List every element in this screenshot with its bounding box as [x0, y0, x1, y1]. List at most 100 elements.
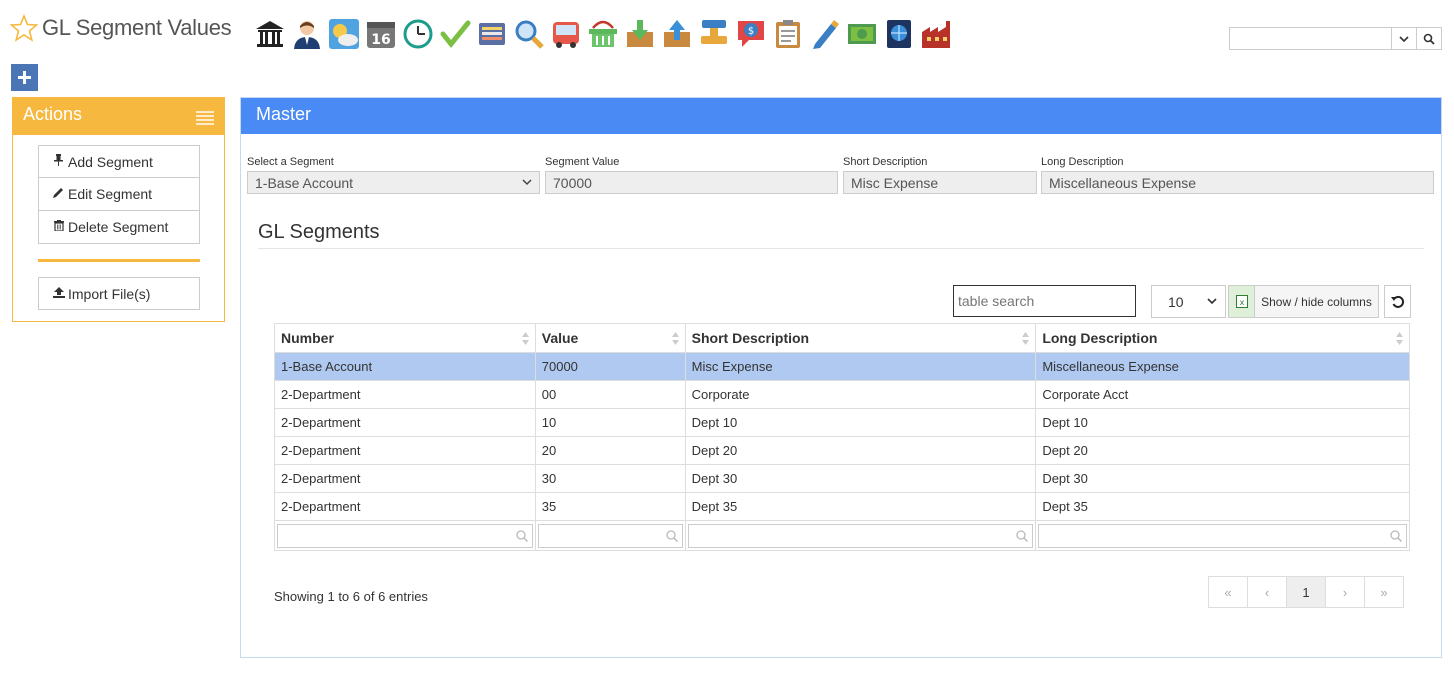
upload-box-icon[interactable]: [660, 16, 693, 52]
long-description-text: Miscellaneous Expense: [1049, 174, 1197, 191]
add-button[interactable]: [11, 64, 38, 91]
show-hide-columns-button[interactable]: Show / hide columns: [1254, 285, 1379, 318]
pin-icon: [52, 154, 65, 169]
user-icon[interactable]: [290, 16, 323, 52]
cell-value: 70000: [534, 352, 686, 381]
table-row[interactable]: 2-Department 20 Dept 20 Dept 20: [274, 436, 1410, 465]
segment-value-text: 70000: [553, 174, 592, 191]
segment-value-field: Segment Value 70000: [545, 156, 838, 194]
short-description-label: Short Description: [843, 156, 928, 168]
cell-number: 2-Department: [274, 492, 536, 521]
table-row[interactable]: 2-Department 30 Dept 30 Dept 30: [274, 464, 1410, 493]
filter-input-short-description[interactable]: [687, 523, 1034, 548]
filter-input-long-description[interactable]: [1038, 523, 1407, 548]
globe-book-icon[interactable]: [882, 16, 915, 52]
last-page-button[interactable]: »: [1364, 576, 1404, 608]
cell-value: 20: [534, 436, 686, 465]
column-header-number[interactable]: Number: [274, 323, 536, 353]
search-button[interactable]: [1416, 28, 1441, 49]
check-icon[interactable]: [438, 16, 471, 52]
actions-divider: [38, 259, 200, 262]
excel-icon: x: [1235, 295, 1248, 308]
list-icon[interactable]: [475, 16, 508, 52]
short-description-field: Short Description Misc Expense: [843, 156, 1037, 194]
import-files-button[interactable]: Import File(s): [38, 277, 200, 310]
stamp-icon[interactable]: [697, 16, 730, 52]
cell-long-description: Corporate Acct: [1035, 380, 1410, 409]
reload-icon: [1390, 295, 1404, 308]
actions-panel: Actions Add Segment Edit Segment Delete …: [12, 97, 225, 322]
chevron-down-icon: [522, 179, 532, 186]
first-page-button[interactable]: «: [1208, 576, 1248, 608]
next-page-button[interactable]: ›: [1325, 576, 1365, 608]
bus-icon[interactable]: [549, 16, 582, 52]
page-1-button[interactable]: 1: [1286, 576, 1326, 608]
delete-segment-button[interactable]: Delete Segment: [38, 211, 200, 244]
segment-select-value: 1-Base Account: [255, 174, 354, 191]
factory-icon[interactable]: [919, 16, 952, 52]
bank-icon[interactable]: [253, 16, 286, 52]
reload-button[interactable]: [1384, 285, 1411, 318]
cell-value: 30: [534, 464, 686, 493]
edit-segment-button[interactable]: Edit Segment: [38, 178, 200, 211]
cell-long-description: Dept 20: [1035, 436, 1410, 465]
add-segment-button[interactable]: Add Segment: [38, 145, 200, 178]
calendar-day-text: 16: [371, 32, 390, 48]
column-header-long-description[interactable]: Long Description: [1035, 323, 1410, 353]
segment-value-input[interactable]: 70000: [545, 171, 838, 194]
delete-segment-label: Delete Segment: [68, 219, 169, 235]
cell-short-description: Corporate: [684, 380, 1037, 409]
filter-cell-short-description: [684, 520, 1037, 551]
pagination: « ‹ 1 › »: [1208, 576, 1404, 608]
page-title: GL Segment Values: [42, 15, 232, 40]
cell-number: 2-Department: [274, 436, 536, 465]
download-box-icon[interactable]: [623, 16, 656, 52]
filter-input-value[interactable]: [537, 523, 683, 548]
excel-export-button[interactable]: x: [1228, 285, 1255, 318]
long-description-input[interactable]: Miscellaneous Expense: [1041, 171, 1434, 194]
search-dropdown-button[interactable]: [1391, 28, 1416, 49]
table-row[interactable]: 1-Base Account 70000 Misc Expense Miscel…: [274, 352, 1410, 381]
previous-page-button[interactable]: ‹: [1247, 576, 1287, 608]
add-segment-label: Add Segment: [68, 153, 153, 170]
page-length-value: 10: [1168, 293, 1184, 310]
chevron-down-icon: [1207, 298, 1217, 305]
search-icon: [516, 529, 528, 542]
segments-title: GL Segments: [258, 221, 380, 243]
weather-icon[interactable]: [327, 16, 360, 52]
basket-icon[interactable]: [586, 16, 619, 52]
magnifier-icon[interactable]: [512, 16, 545, 52]
page-length-select[interactable]: 10: [1151, 285, 1226, 318]
pencil-icon[interactable]: [808, 16, 841, 52]
table-row[interactable]: 2-Department 35 Dept 35 Dept 35: [274, 492, 1410, 521]
table-row[interactable]: 2-Department 10 Dept 10 Dept 10: [274, 408, 1410, 437]
table-search-input[interactable]: [953, 285, 1136, 317]
filter-input-number[interactable]: [277, 523, 533, 548]
cell-long-description: Dept 30: [1035, 464, 1410, 493]
column-header-value[interactable]: Value: [534, 323, 686, 353]
search-icon: [1423, 33, 1435, 45]
search-input[interactable]: [1230, 28, 1391, 49]
chevron-down-icon: [1399, 35, 1409, 42]
calendar-icon[interactable]: 16: [364, 16, 397, 52]
column-header-short-description[interactable]: Short Description: [684, 323, 1037, 353]
money-icon[interactable]: [845, 16, 878, 52]
svg-text:$: $: [747, 26, 753, 37]
short-description-input[interactable]: Misc Expense: [843, 171, 1037, 194]
sort-icon: [1022, 332, 1030, 345]
table-info: Showing 1 to 6 of 6 entries: [274, 589, 428, 604]
hamburger-menu-icon[interactable]: [196, 111, 214, 125]
clipboard-icon[interactable]: [771, 16, 804, 52]
dollar-alert-icon[interactable]: $: [734, 16, 767, 52]
short-description-text: Misc Expense: [851, 174, 939, 191]
segment-select[interactable]: 1-Base Account: [247, 171, 540, 194]
clock-icon[interactable]: [401, 16, 434, 52]
sort-icon: [1396, 332, 1403, 345]
pencil-icon: [52, 187, 65, 201]
table-row[interactable]: 2-Department 00 Corporate Corporate Acct: [274, 380, 1410, 409]
master-panel: Master Select a Segment 1-Base Account S…: [240, 97, 1442, 658]
cell-value: 35: [534, 492, 686, 521]
import-files-label: Import File(s): [68, 285, 151, 302]
cell-short-description: Dept 20: [684, 436, 1037, 465]
star-icon[interactable]: [9, 13, 39, 42]
